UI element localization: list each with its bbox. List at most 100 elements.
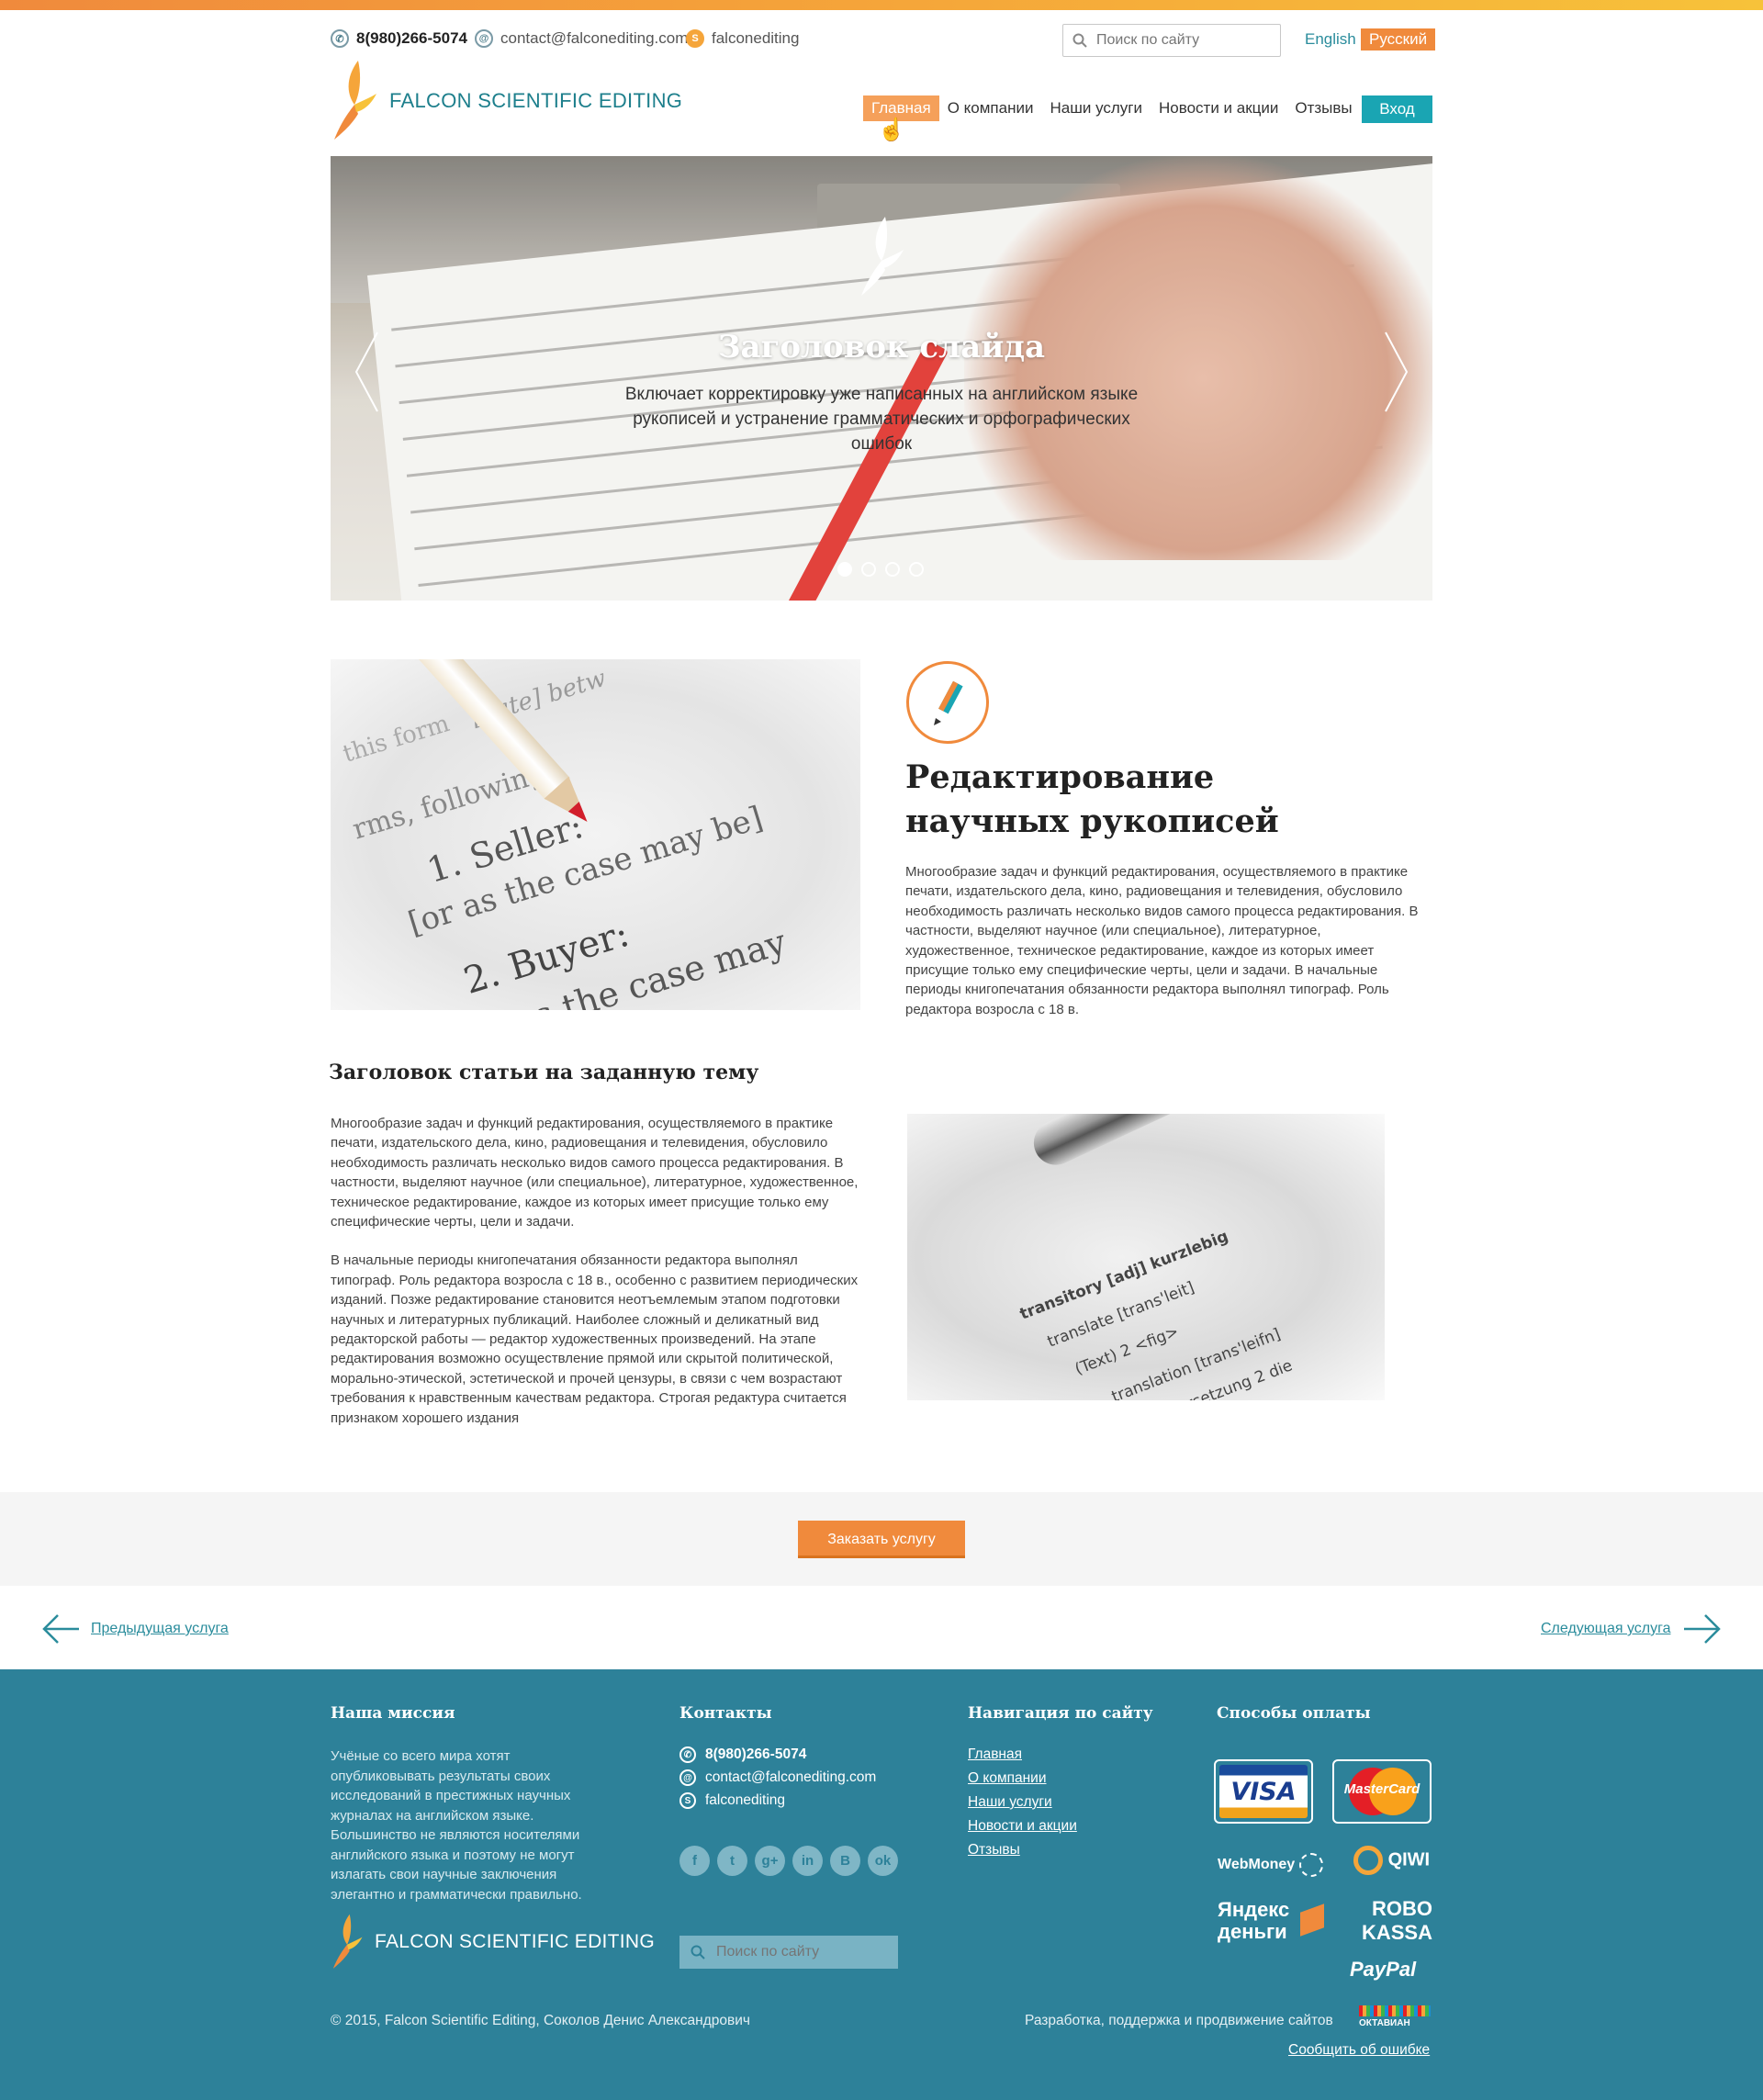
social-links: f t g+ in B ok (679, 1846, 898, 1876)
slide-text: Включает корректировку уже написанных на… (624, 385, 1139, 454)
fountain-pen-graphic (1027, 1114, 1385, 1173)
slider-dot[interactable] (861, 562, 876, 577)
slider-dot[interactable] (885, 562, 900, 577)
skype-icon: S (686, 29, 704, 48)
slider-prev-arrow-icon[interactable] (354, 331, 381, 413)
facebook-icon[interactable]: f (679, 1846, 710, 1876)
editing-service-icon (906, 661, 989, 744)
logo-text: FALCON SCIENTIFIC EDITING (389, 89, 683, 112)
search-icon (1072, 33, 1087, 48)
report-error-link[interactable]: Сообщить об ошибке (1288, 2042, 1430, 2059)
footer-heading: Навигация по сайту (968, 1704, 1153, 1723)
email-address: contact@falconediting.com (500, 29, 689, 47)
lang-russian[interactable]: Русский (1361, 28, 1436, 51)
mastercard-logo: MasterCard (1332, 1759, 1432, 1824)
footer-nav-services[interactable]: Наши услуги (968, 1794, 1153, 1811)
visa-logo: VISA (1214, 1759, 1313, 1824)
at-icon: @ (475, 29, 493, 48)
linkedin-icon[interactable]: in (792, 1846, 823, 1876)
skype-name: falconediting (712, 29, 800, 47)
email-contact[interactable]: @ contact@falconediting.com (475, 29, 688, 48)
copyright: © 2015, Falcon Scientific Editing, Сокол… (331, 2013, 750, 2028)
article-title: Заголовок статьи на заданную тему (329, 1061, 759, 1084)
footer-nav-reviews[interactable]: Отзывы (968, 1842, 1153, 1859)
next-service-link[interactable]: Следующая услуга (1541, 1613, 1722, 1645)
hand-cursor-icon: ☝ (878, 118, 905, 142)
slider-dot[interactable] (909, 562, 924, 577)
yandex-money-logo: Яндекс деньги (1218, 1899, 1328, 1943)
header: FALCON SCIENTIFIC EDITING Главная О комп… (331, 57, 1432, 149)
vkontakte-icon[interactable]: B (830, 1846, 860, 1876)
developer-text: Разработка, поддержка и продвижение сайт… (1025, 2013, 1333, 2028)
logo[interactable]: FALCON SCIENTIFIC EDITING (331, 57, 682, 145)
login-button[interactable]: Вход (1362, 95, 1432, 123)
qiwi-logo: QIWI (1353, 1846, 1430, 1875)
order-bar: Заказать услугу (0, 1492, 1763, 1586)
footer-skype[interactable]: S falconediting (679, 1792, 898, 1809)
webmoney-logo: WebMoney (1218, 1853, 1323, 1877)
robokassa-logo: ROBO KASSA (1361, 1897, 1432, 1944)
skype-icon: S (679, 1792, 696, 1809)
slide-title: Заголовок слайда (717, 329, 1046, 365)
main-nav: Главная О компании Наши услуги Новости и… (863, 95, 1361, 121)
nav-item-about[interactable]: О компании (939, 95, 1042, 121)
twitter-icon[interactable]: t (717, 1846, 747, 1876)
footer-nav-news[interactable]: Новости и акции (968, 1818, 1153, 1835)
site-search[interactable] (1062, 24, 1281, 57)
phone-icon: ✆ (331, 29, 349, 48)
skype-contact[interactable]: S falconediting (686, 29, 799, 48)
top-accent-stripe (0, 0, 1763, 10)
slide-falcon-icon (861, 217, 904, 296)
contract-pencil-image: this form [date] betw rms, following: 1.… (331, 659, 860, 1010)
editing-text: Многообразие задач и функций редактирова… (905, 864, 1419, 1017)
mission-text: Учёные со всего мира хотят опубликовыват… (331, 1748, 582, 1903)
order-service-button[interactable]: Заказать услугу (798, 1521, 965, 1558)
search-input[interactable] (1096, 32, 1271, 49)
hero-slider: Заголовок слайда Включает корректировку … (331, 156, 1432, 601)
footer-email[interactable]: @ contact@falconediting.com (679, 1769, 898, 1786)
nav-item-services[interactable]: Наши услуги (1041, 95, 1151, 121)
slider-dots (837, 562, 924, 577)
arrow-left-icon (42, 1614, 79, 1644)
footer-logo[interactable]: FALCON SCIENTIFIC EDITING (331, 1912, 655, 1972)
phone-contact[interactable]: ✆ 8(980)266-5074 (331, 29, 467, 48)
phone-number: 8(980)266-5074 (356, 29, 467, 47)
footer-payments: Способы оплаты (1217, 1704, 1371, 1746)
falcon-logo-icon (332, 1914, 363, 1969)
editing-title: Редактирование научных рукописей (905, 758, 1279, 840)
footer-navigation: Навигация по сайту Главная О компании На… (968, 1704, 1153, 1866)
footer: Наша миссия Учёные со всего мира хотят о… (0, 1669, 1763, 2100)
pencil-icon (934, 680, 963, 725)
footer-heading: Способы оплаты (1217, 1704, 1371, 1723)
at-icon: @ (679, 1769, 696, 1786)
footer-nav-home[interactable]: Главная (968, 1746, 1153, 1763)
nav-item-reviews[interactable]: Отзывы (1286, 95, 1360, 121)
phone-icon: ✆ (679, 1746, 696, 1763)
paypal-logo: PayPal (1350, 1958, 1417, 1981)
falcon-logo-icon (334, 61, 376, 140)
google-plus-icon[interactable]: g+ (755, 1846, 785, 1876)
odnoklassniki-icon[interactable]: ok (868, 1846, 898, 1876)
slider-next-arrow-icon[interactable] (1382, 331, 1409, 413)
footer-contacts: Контакты ✆ 8(980)266-5074 @ contact@falc… (679, 1704, 898, 1876)
footer-nav-about[interactable]: О компании (968, 1770, 1153, 1787)
article-paragraph: Многообразие задач и функций редактирова… (331, 1116, 859, 1230)
prev-service-link[interactable]: Предыдущая услуга (41, 1613, 229, 1645)
fountain-pen-image: transitory [adj] kurzlebig translate [tr… (907, 1114, 1385, 1400)
footer-phone[interactable]: ✆ 8(980)266-5074 (679, 1746, 898, 1763)
footer-search[interactable] (679, 1936, 898, 1969)
footer-search-input[interactable] (716, 1944, 891, 1960)
footer-logo-text: FALCON SCIENTIFIC EDITING (375, 1931, 656, 1952)
lang-english[interactable]: English (1305, 30, 1356, 49)
slider-dot[interactable] (837, 562, 852, 577)
search-icon (691, 1945, 705, 1960)
oktavian-logo[interactable]: ОКТАВИАН (1359, 2005, 1431, 2028)
footer-heading: Наша миссия (331, 1704, 455, 1723)
article-body: Многообразие задач и функций редактирова… (331, 1114, 859, 1447)
article-paragraph: В начальные периоды книгопечатания обяза… (331, 1252, 859, 1426)
footer-heading: Контакты (679, 1704, 772, 1723)
nav-item-news[interactable]: Новости и акции (1151, 95, 1286, 121)
arrow-right-icon (1684, 1614, 1722, 1644)
footer-mission: Наша миссия Учёные со всего мира хотят о… (331, 1704, 655, 1972)
top-bar: ✆ 8(980)266-5074 @ contact@falconediting… (331, 24, 1436, 57)
